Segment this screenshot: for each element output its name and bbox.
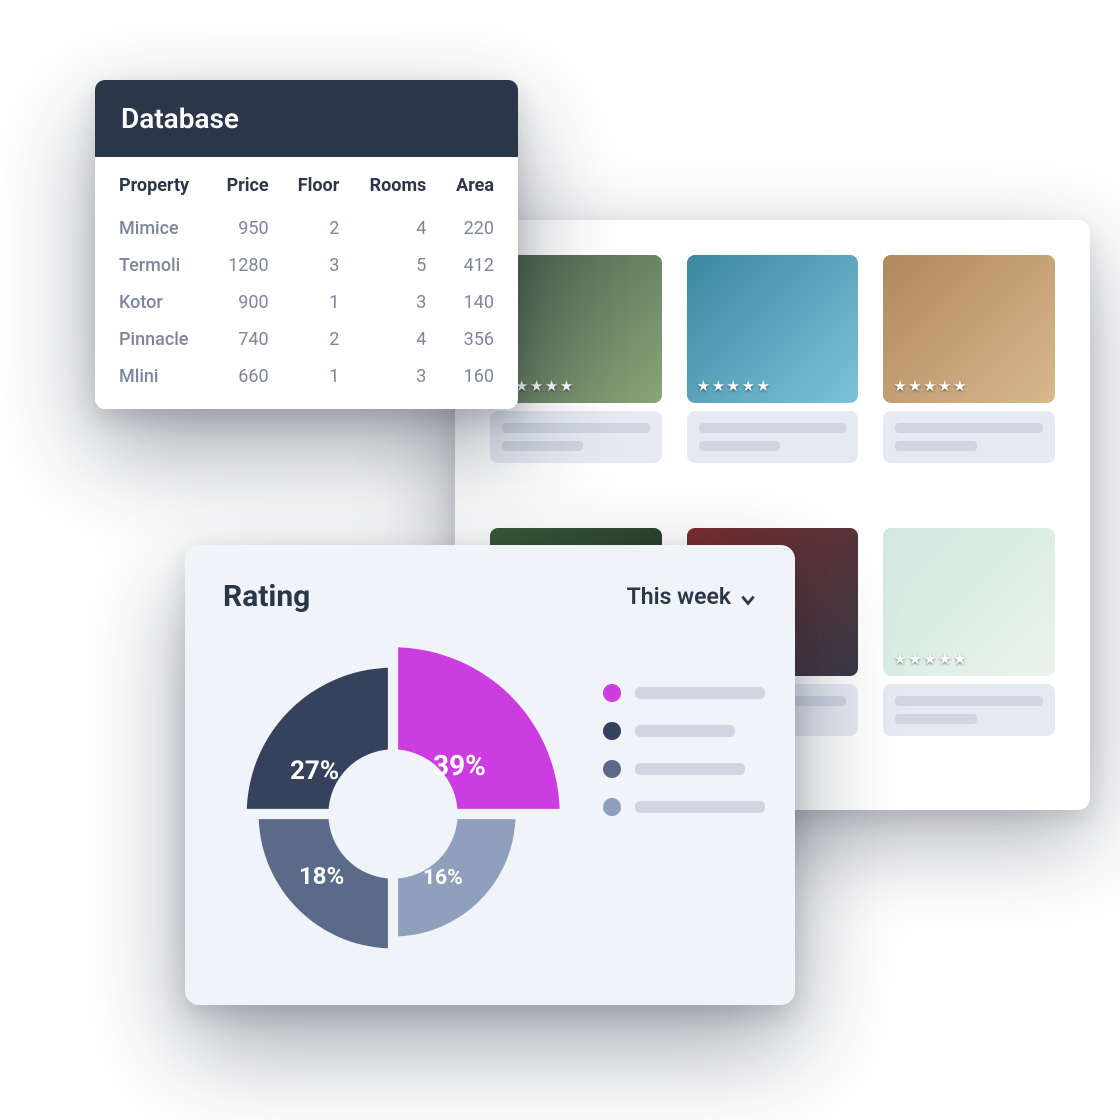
database-card: Database Property Price Floor Rooms Area… [95, 80, 518, 409]
cell-property: Mlini [95, 358, 209, 409]
cell-area: 140 [438, 284, 518, 321]
slice-label: 39% [433, 749, 486, 782]
cell-price: 950 [209, 210, 280, 247]
col-price[interactable]: Price [209, 157, 280, 210]
gallery-item[interactable]: ★★★★★ [687, 255, 859, 503]
rating-card: Rating This week [185, 545, 795, 1005]
rating-donut-chart: 39% 27% 18% 16% [223, 644, 563, 984]
rating-title: Rating [223, 579, 310, 614]
rating-legend [603, 644, 765, 984]
cell-floor: 1 [281, 284, 352, 321]
legend-item [603, 760, 765, 778]
database-title: Database [95, 80, 518, 157]
cell-price: 900 [209, 284, 280, 321]
cell-price: 1280 [209, 247, 280, 284]
cell-property: Kotor [95, 284, 209, 321]
cell-rooms: 5 [351, 247, 438, 284]
property-image: ★★★★★ [883, 528, 1055, 676]
cell-area: 412 [438, 247, 518, 284]
gallery-item[interactable]: ★★★★★ [883, 528, 1055, 776]
legend-label-placeholder [635, 763, 745, 775]
cell-property: Termoli [95, 247, 209, 284]
cell-area: 220 [438, 210, 518, 247]
cell-rooms: 4 [351, 321, 438, 358]
table-row[interactable]: Kotor 900 1 3 140 [95, 284, 518, 321]
table-row[interactable]: Mimice 950 2 4 220 [95, 210, 518, 247]
database-table: Property Price Floor Rooms Area Mimice 9… [95, 157, 518, 409]
property-caption [883, 684, 1055, 736]
col-area[interactable]: Area [438, 157, 518, 210]
cell-rooms: 3 [351, 358, 438, 409]
col-property[interactable]: Property [95, 157, 209, 210]
star-rating: ★★★★★ [893, 377, 968, 395]
legend-swatch [603, 798, 621, 816]
property-image: ★★★★★ [687, 255, 859, 403]
gallery-item[interactable]: ★★★★★ [883, 255, 1055, 503]
property-caption [687, 411, 859, 463]
cell-property: Mimice [95, 210, 209, 247]
legend-label-placeholder [635, 725, 735, 737]
slice-label: 18% [299, 862, 344, 890]
cell-floor: 1 [281, 358, 352, 409]
table-row[interactable]: Termoli 1280 3 5 412 [95, 247, 518, 284]
col-rooms[interactable]: Rooms [351, 157, 438, 210]
cell-price: 660 [209, 358, 280, 409]
legend-item [603, 684, 765, 702]
col-floor[interactable]: Floor [281, 157, 352, 210]
legend-swatch [603, 760, 621, 778]
legend-swatch [603, 684, 621, 702]
cell-floor: 3 [281, 247, 352, 284]
slice-label: 16% [423, 866, 463, 890]
legend-label-placeholder [635, 801, 765, 813]
star-rating: ★★★★★ [893, 650, 968, 668]
legend-label-placeholder [635, 687, 765, 699]
cell-property: Pinnacle [95, 321, 209, 358]
period-label: This week [627, 583, 731, 610]
legend-item [603, 722, 765, 740]
legend-swatch [603, 722, 621, 740]
property-image: ★★★★★ [883, 255, 1055, 403]
legend-item [603, 798, 765, 816]
slice-label: 27% [290, 756, 339, 786]
cell-area: 356 [438, 321, 518, 358]
star-rating: ★★★★★ [697, 377, 772, 395]
table-row[interactable]: Mlini 660 1 3 160 [95, 358, 518, 409]
cell-rooms: 3 [351, 284, 438, 321]
cell-floor: 2 [281, 321, 352, 358]
period-selector[interactable]: This week [627, 583, 757, 610]
table-row[interactable]: Pinnacle 740 2 4 356 [95, 321, 518, 358]
cell-price: 740 [209, 321, 280, 358]
chevron-down-icon [739, 588, 757, 606]
property-caption [490, 411, 662, 463]
property-caption [883, 411, 1055, 463]
table-header-row: Property Price Floor Rooms Area [95, 157, 518, 210]
cell-area: 160 [438, 358, 518, 409]
cell-rooms: 4 [351, 210, 438, 247]
cell-floor: 2 [281, 210, 352, 247]
